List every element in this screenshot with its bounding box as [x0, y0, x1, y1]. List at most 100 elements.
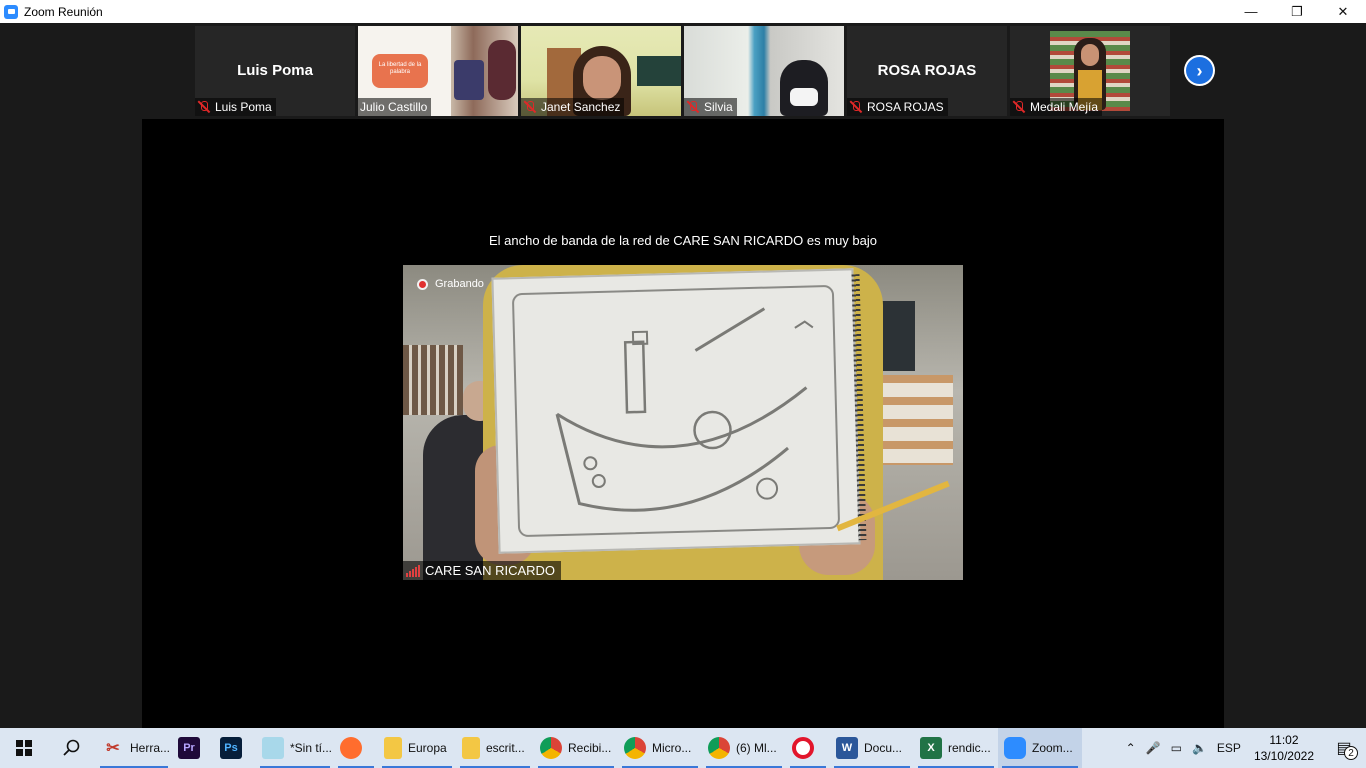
- participant-name: Medali Mejía: [1030, 100, 1099, 114]
- taskbar-item-label: rendic...: [948, 741, 991, 755]
- taskbar-item-excel[interactable]: X rendic...: [914, 728, 998, 768]
- taskbar-item-word[interactable]: W Docu...: [830, 728, 914, 768]
- taskbar-item-label: *Sin tí...: [290, 741, 333, 755]
- participant-name: ROSA ROJAS: [867, 100, 944, 114]
- taskbar-item-label: Docu...: [864, 741, 903, 755]
- participant-label: Silvia: [684, 98, 737, 116]
- taskbar-item-label: Micro...: [652, 741, 692, 755]
- system-tray: ⌃ 🎤 ▭ 🔈 ESP 11:02 13/10/2022 ▤ 2: [1121, 728, 1366, 768]
- windows-taskbar: ✂ Herra... Pr Ps *Sin tí... Europa escri…: [0, 728, 1366, 768]
- word-icon: W: [836, 737, 858, 759]
- notification-count: 2: [1344, 746, 1358, 760]
- participant-face: [583, 56, 621, 100]
- mic-muted-icon: [197, 100, 211, 114]
- clock-date: 13/10/2022: [1253, 749, 1314, 763]
- snipping-tool-icon: ✂: [106, 740, 120, 757]
- notepad-icon: [262, 737, 284, 759]
- participant-label: Medali Mejía: [1010, 98, 1103, 116]
- taskbar-item-chrome-microsoft[interactable]: Micro...: [618, 728, 702, 768]
- recording-indicator: Grabando: [417, 278, 484, 290]
- participant-tile[interactable]: ROSA ROJAS ROSA ROJAS: [847, 26, 1007, 116]
- taskbar-item-notepad[interactable]: *Sin tí...: [256, 728, 334, 768]
- taskbar-item-label: (6) Ml...: [736, 741, 777, 755]
- speaker-label: CARE SAN RICARDO: [403, 561, 562, 580]
- chevron-right-icon: ›: [1186, 57, 1213, 84]
- taskbar-item-photoshop[interactable]: Ps: [214, 728, 256, 768]
- chrome-icon: [624, 737, 646, 759]
- chrome-icon: [540, 737, 562, 759]
- mic-muted-icon: [686, 100, 700, 114]
- participant-tile[interactable]: Luis Poma Luis Poma: [195, 26, 355, 116]
- participant-name: Luis Poma: [215, 100, 272, 114]
- close-button[interactable]: ✕: [1320, 0, 1366, 23]
- window-title: Zoom Reunión: [24, 4, 103, 19]
- reader-figure: [454, 60, 484, 100]
- taskbar-item-firefox[interactable]: [334, 728, 378, 768]
- speaker-video[interactable]: Grabando CARE SAN RICARDO: [403, 265, 963, 580]
- pencil-drawing: [555, 307, 814, 512]
- opera-icon: [792, 737, 814, 759]
- taskbar-item-opera[interactable]: [786, 728, 830, 768]
- microphone-icon[interactable]: 🎤: [1141, 728, 1166, 768]
- clock-time: 11:02: [1269, 733, 1299, 747]
- search-button[interactable]: [48, 728, 96, 768]
- participant-label: Julio Castillo: [358, 98, 432, 116]
- language-indicator[interactable]: ESP: [1212, 728, 1246, 768]
- taskbar-item-folder-europa[interactable]: Europa: [378, 728, 456, 768]
- chevron-up-icon[interactable]: ⌃: [1121, 728, 1141, 768]
- bookshelf: [403, 345, 463, 415]
- record-icon: [417, 278, 428, 290]
- participant-label: Janet Sanchez: [521, 98, 625, 116]
- participant-name-large: ROSA ROJAS: [877, 62, 977, 79]
- sketchbook: [491, 268, 867, 554]
- next-page-button[interactable]: ›: [1184, 55, 1215, 86]
- start-button[interactable]: [0, 728, 48, 768]
- mic-muted-icon: [1012, 100, 1026, 114]
- participant-label: Luis Poma: [195, 98, 276, 116]
- photoshop-icon: Ps: [220, 737, 242, 759]
- participant-label: ROSA ROJAS: [847, 98, 948, 116]
- notifications-button[interactable]: ▤ 2: [1322, 728, 1366, 768]
- folder-icon: [384, 737, 402, 759]
- firefox-icon: [340, 737, 362, 759]
- taskbar-item-label: Zoom...: [1032, 741, 1073, 755]
- premiere-pro-icon: Pr: [178, 737, 200, 759]
- battery-icon[interactable]: ▭: [1166, 728, 1187, 768]
- folder-icon: [462, 737, 480, 759]
- reader-figure: [488, 40, 516, 100]
- participant-name: Julio Castillo: [360, 100, 428, 114]
- zoom-app-icon: [4, 4, 18, 19]
- taskbar-item-label: Europa: [408, 741, 447, 755]
- speaker-icon[interactable]: 🔈: [1187, 728, 1212, 768]
- chalkboard: [637, 56, 681, 86]
- taskbar-item-premiere[interactable]: Pr: [172, 728, 214, 768]
- drawing-frame: [511, 284, 841, 538]
- participant-tile[interactable]: Medali Mejía: [1010, 26, 1170, 116]
- weak-signal-icon: [406, 564, 420, 577]
- participant-tile[interactable]: Silvia: [684, 26, 844, 116]
- minimize-button[interactable]: —: [1228, 0, 1274, 23]
- mic-muted-icon: [523, 100, 537, 114]
- zoom-icon: [1004, 737, 1026, 759]
- search-icon: [63, 739, 80, 756]
- taskbar-item-snipping-tool[interactable]: ✂ Herra...: [96, 728, 172, 768]
- participant-tile[interactable]: La libertad de la palabra Julio Castillo: [358, 26, 518, 116]
- taskbar-item-zoom[interactable]: Zoom...: [998, 728, 1082, 768]
- participant-tile[interactable]: Janet Sanchez: [521, 26, 681, 116]
- active-speaker-stage: El ancho de banda de la red de CARE SAN …: [142, 119, 1224, 728]
- participant-name: Janet Sanchez: [541, 100, 621, 114]
- bandwidth-warning: El ancho de banda de la red de CARE SAN …: [488, 233, 878, 248]
- meeting-area: Luis Poma Luis Poma La libertad de la pa…: [0, 23, 1366, 728]
- clock[interactable]: 11:02 13/10/2022: [1246, 732, 1322, 764]
- taskbar-item-label: Herra...: [130, 741, 171, 755]
- restore-button[interactable]: ❐: [1274, 0, 1320, 23]
- taskbar-item-label: Recibi...: [568, 741, 612, 755]
- excel-icon: X: [920, 737, 942, 759]
- face-mask: [790, 88, 818, 106]
- taskbar-item-chrome-recibidos[interactable]: Recibi...: [534, 728, 618, 768]
- mic-muted-icon: [849, 100, 863, 114]
- taskbar-item-folder-escritorio[interactable]: escrit...: [456, 728, 534, 768]
- windows-logo-icon: [16, 740, 32, 756]
- title-bar: Zoom Reunión — ❐ ✕: [0, 0, 1366, 23]
- taskbar-item-chrome-ml[interactable]: (6) Ml...: [702, 728, 786, 768]
